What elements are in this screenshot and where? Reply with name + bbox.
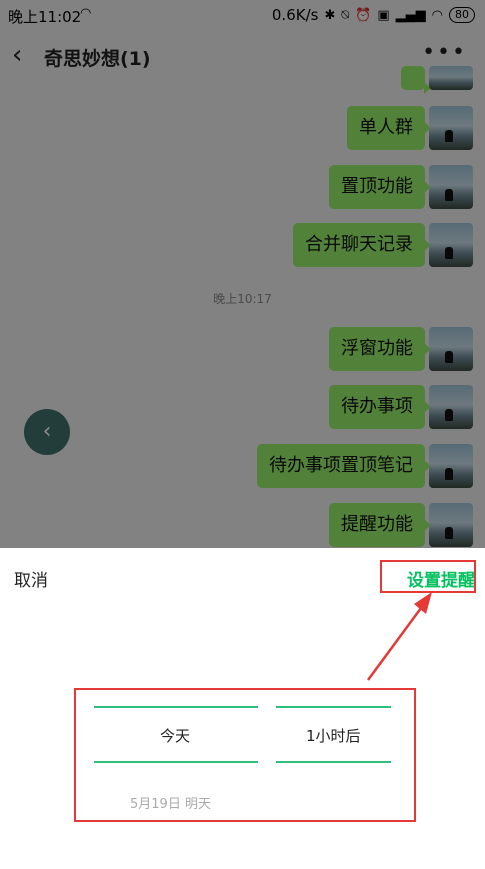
message-timestamp: 晚上10:17 <box>213 292 272 306</box>
message-bubble[interactable]: 待办事项 <box>329 385 431 429</box>
message-bubble[interactable]: 待办事项置顶笔记 <box>257 444 431 488</box>
chat-title: 奇思妙想(1) <box>44 48 151 70</box>
chat-area: 晚上11:02 ◠ 0.6K/s ✱ ⍉ ⏰ ▣ ▂▄▆ ◠ 80 ‹ 奇思妙想… <box>0 0 485 548</box>
picker-selection-line <box>276 706 391 708</box>
network-speed: 0.6K/s <box>271 6 319 24</box>
avatar[interactable] <box>429 444 473 488</box>
annotation-highlight-box <box>380 560 476 593</box>
wifi-icon: ◠ <box>431 7 443 23</box>
bluetooth-icon: ✱ <box>324 7 336 23</box>
floating-back-button[interactable]: ‹ <box>24 409 70 455</box>
chevron-left-icon: ‹ <box>42 419 52 444</box>
hd-icon: ▣ <box>377 7 390 23</box>
message-bubble[interactable]: 提醒功能 <box>329 503 431 547</box>
battery-indicator: 80 <box>449 7 475 23</box>
alarm-icon: ⏰ <box>355 7 372 23</box>
status-time: 晚上11:02 <box>8 8 82 26</box>
message-bubble[interactable]: 浮窗功能 <box>329 327 431 371</box>
picker-selection-line <box>94 706 258 708</box>
signal-icon: ▂▄▆ <box>395 7 426 23</box>
back-chevron-icon[interactable]: ‹ <box>12 42 22 68</box>
avatar[interactable] <box>429 223 473 267</box>
message-bubble[interactable]: 合并聊天记录 <box>293 223 431 267</box>
status-bar: 晚上11:02 ◠ 0.6K/s ✱ ⍉ ⏰ ▣ ▂▄▆ ◠ 80 <box>0 0 485 30</box>
picker-selection-line <box>94 761 258 763</box>
avatar[interactable] <box>429 165 473 209</box>
annotation-picker-box <box>74 688 416 822</box>
picker-selection-line <box>276 761 391 763</box>
message-bubble[interactable]: 置顶功能 <box>329 165 431 209</box>
mute-icon: ⍉ <box>341 7 350 23</box>
avatar[interactable] <box>429 503 473 547</box>
avatar[interactable] <box>429 385 473 429</box>
avatar[interactable] <box>429 106 473 150</box>
avatar[interactable] <box>429 66 473 90</box>
message-bubble-partial <box>401 66 431 94</box>
avatar[interactable] <box>429 327 473 371</box>
picker-next-option[interactable]: 5月19日 明天 <box>130 793 211 812</box>
picker-offset-option[interactable]: 1小时后 <box>306 725 361 746</box>
message-bubble[interactable]: 单人群 <box>347 106 431 150</box>
picker-day-option[interactable]: 今天 <box>160 725 190 746</box>
more-icon[interactable]: ••• <box>422 40 467 65</box>
wifi-icon: ◠ <box>80 6 92 21</box>
cancel-button[interactable]: 取消 <box>14 566 48 591</box>
